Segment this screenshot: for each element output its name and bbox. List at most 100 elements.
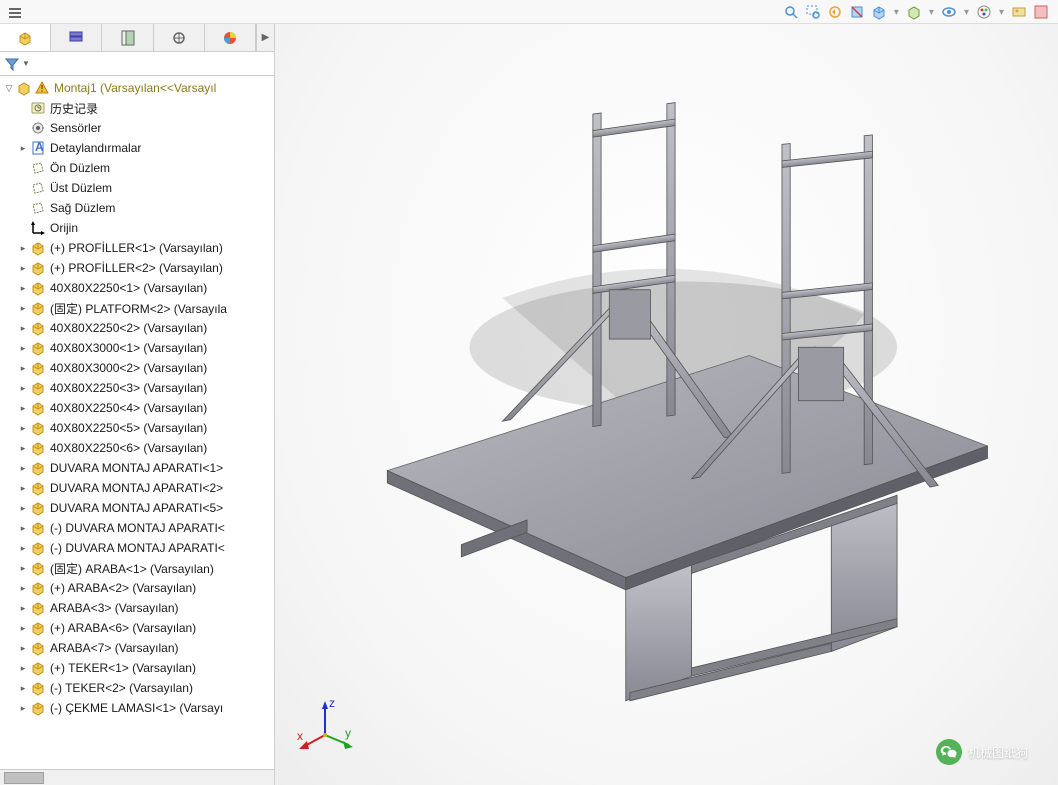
appearance-tab[interactable] xyxy=(205,24,256,51)
expand-toggle[interactable]: ▸ xyxy=(18,483,28,493)
watermark: 机械图纸狗 xyxy=(936,739,1028,765)
expand-toggle[interactable]: ▸ xyxy=(18,523,28,533)
expand-toggle[interactable]: ▸ xyxy=(18,443,28,453)
tree-item[interactable]: ▸ (+) PROFİLLER<2> (Varsayılan) xyxy=(0,258,274,278)
part-icon xyxy=(30,520,46,536)
part-icon xyxy=(30,380,46,396)
plane-icon xyxy=(30,160,46,176)
tree-item-label: (固定) PLATFORM<2> (Varsayıla xyxy=(50,300,227,317)
expand-toggle[interactable]: ▸ xyxy=(18,383,28,393)
main-body: ▶ ▼ ▽ Montaj1 (Varsayılan<<Varsayıl 历史记录… xyxy=(0,24,1058,785)
tree-item[interactable]: ▸(+) ARABA<6> (Varsayılan) xyxy=(0,618,274,638)
tree-item-label: 40X80X2250<5> (Varsayılan) xyxy=(50,421,207,435)
orientation-triad[interactable]: z x y xyxy=(295,695,355,755)
tree-item[interactable]: ▸(-) ÇEKME LAMASI<1> (Varsayı xyxy=(0,698,274,718)
expand-toggle[interactable] xyxy=(18,183,28,193)
tree-item[interactable]: Ön Düzlem xyxy=(0,158,274,178)
expand-toggle[interactable]: ▸ xyxy=(18,503,28,513)
tree-item[interactable]: ▸(+) PROFİLLER<1> (Varsayılan) xyxy=(0,238,274,258)
feature-tree[interactable]: ▽ Montaj1 (Varsayılan<<Varsayıl 历史记录Sens… xyxy=(0,76,274,769)
expand-toggle[interactable]: ▸ xyxy=(18,603,28,613)
expand-toggle[interactable] xyxy=(18,223,28,233)
expand-toggle[interactable]: ▸ xyxy=(18,343,28,353)
tree-item[interactable]: Üst Düzlem xyxy=(0,178,274,198)
horizontal-scrollbar[interactable] xyxy=(0,769,274,785)
part-icon xyxy=(30,560,46,576)
expand-toggle[interactable]: ▸ xyxy=(18,143,28,153)
tree-item[interactable]: ▸(-) TEKER<2> (Varsayılan) xyxy=(0,678,274,698)
tree-item[interactable]: ▸ 40X80X2250<5> (Varsayılan) xyxy=(0,418,274,438)
tree-item[interactable]: ▸DUVARA MONTAJ APARATI<5> xyxy=(0,498,274,518)
display-style-icon[interactable] xyxy=(905,3,923,21)
expand-toggle[interactable]: ▸ xyxy=(18,263,28,273)
view-settings-icon[interactable] xyxy=(1032,3,1050,21)
tree-item[interactable]: ▸ARABA<3> (Varsayılan) xyxy=(0,598,274,618)
tree-item[interactable]: ▸(+) TEKER<1> (Varsayılan) xyxy=(0,658,274,678)
tree-item[interactable]: ▸40X80X3000<1> (Varsayılan) xyxy=(0,338,274,358)
expand-toggle[interactable] xyxy=(18,123,28,133)
scroll-thumb[interactable] xyxy=(4,772,44,784)
expand-toggle[interactable]: ▸ xyxy=(18,363,28,373)
tree-item[interactable]: ▸ 40X80X2250<1> (Varsayılan) xyxy=(0,278,274,298)
expand-toggle[interactable]: ▸ xyxy=(18,423,28,433)
tree-item[interactable]: ▸40X80X2250<4> (Varsayılan) xyxy=(0,398,274,418)
tree-item[interactable]: ▸40X80X3000<2> (Varsayılan) xyxy=(0,358,274,378)
hide-show-icon[interactable] xyxy=(940,3,958,21)
expand-toggle[interactable]: ▸ xyxy=(18,243,28,253)
expand-toggle[interactable]: ▸ xyxy=(18,463,28,473)
expand-toggle[interactable] xyxy=(18,103,28,113)
view-orient-icon[interactable] xyxy=(870,3,888,21)
expand-toggle[interactable]: ▸ xyxy=(18,643,28,653)
tree-item-label: 40X80X2250<1> (Varsayılan) xyxy=(50,281,207,295)
expand-toggle[interactable]: ▸ xyxy=(18,303,28,313)
tree-item[interactable]: ▸ARABA<7> (Varsayılan) xyxy=(0,638,274,658)
tree-item[interactable]: ▸(固定) ARABA<1> (Varsayılan) xyxy=(0,558,274,578)
display-tab[interactable] xyxy=(154,24,205,51)
expand-toggle[interactable]: ▸ xyxy=(18,683,28,693)
tree-item[interactable]: ▸DUVARA MONTAJ APARATI<2> xyxy=(0,478,274,498)
section-view-icon[interactable] xyxy=(848,3,866,21)
expand-toggle[interactable]: ▸ xyxy=(18,323,28,333)
config-tab[interactable] xyxy=(51,24,102,51)
tree-item[interactable]: ▸40X80X2250<6> (Varsayılan) xyxy=(0,438,274,458)
tree-item-label: (-) DUVARA MONTAJ APARATI< xyxy=(50,521,225,535)
tree-item[interactable]: 历史记录 xyxy=(0,98,274,118)
apply-scene-icon[interactable] xyxy=(1010,3,1028,21)
expand-toggle[interactable]: ▸ xyxy=(18,623,28,633)
property-tab[interactable] xyxy=(102,24,153,51)
tree-item-label: (+) PROFİLLER<2> (Varsayılan) xyxy=(50,261,223,275)
tree-item[interactable]: Sensörler xyxy=(0,118,274,138)
zoom-area-icon[interactable] xyxy=(804,3,822,21)
expand-toggle[interactable]: ▸ xyxy=(18,563,28,573)
tree-item[interactable]: ▸ (-) DUVARA MONTAJ APARATI< xyxy=(0,518,274,538)
filter-button[interactable]: ▼ xyxy=(4,56,30,72)
tree-root-label: Montaj1 (Varsayılan<<Varsayıl xyxy=(54,81,216,95)
tree-item[interactable]: Sağ Düzlem xyxy=(0,198,274,218)
tree-root[interactable]: ▽ Montaj1 (Varsayılan<<Varsayıl xyxy=(0,78,274,98)
panel-tab-more[interactable]: ▶ xyxy=(256,24,274,51)
tree-item[interactable]: ▸(+) ARABA<2> (Varsayılan) xyxy=(0,578,274,598)
display-tab-icon xyxy=(170,29,188,47)
zoom-to-fit-icon[interactable] xyxy=(782,3,800,21)
tree-item[interactable]: ▸DUVARA MONTAJ APARATI<1> xyxy=(0,458,274,478)
edit-appearance-icon[interactable] xyxy=(975,3,993,21)
assembly-tab[interactable] xyxy=(0,24,51,51)
tree-item[interactable]: Orijin xyxy=(0,218,274,238)
tree-item[interactable]: ▸ADetaylandırmalar xyxy=(0,138,274,158)
expand-toggle[interactable] xyxy=(18,203,28,213)
tree-item[interactable]: ▸ (固定) PLATFORM<2> (Varsayıla xyxy=(0,298,274,318)
expand-toggle[interactable]: ▸ xyxy=(18,663,28,673)
expand-toggle[interactable]: ▸ xyxy=(18,583,28,593)
expand-toggle[interactable]: ▸ xyxy=(18,703,28,713)
expand-toggle[interactable] xyxy=(18,163,28,173)
expand-toggle[interactable]: ▸ xyxy=(18,543,28,553)
tree-item[interactable]: ▸40X80X2250<2> (Varsayılan) xyxy=(0,318,274,338)
expand-toggle[interactable]: ▸ xyxy=(18,403,28,413)
graphics-viewport[interactable]: z x y 机械图纸狗 xyxy=(275,24,1058,785)
tree-item[interactable]: ▸(-) DUVARA MONTAJ APARATI< xyxy=(0,538,274,558)
expand-toggle[interactable]: ▸ xyxy=(18,283,28,293)
tree-item[interactable]: ▸40X80X2250<3> (Varsayılan) xyxy=(0,378,274,398)
previous-view-icon[interactable] xyxy=(826,3,844,21)
expand-toggle[interactable]: ▽ xyxy=(4,83,14,93)
toolbar-menu-icon[interactable] xyxy=(6,3,24,21)
